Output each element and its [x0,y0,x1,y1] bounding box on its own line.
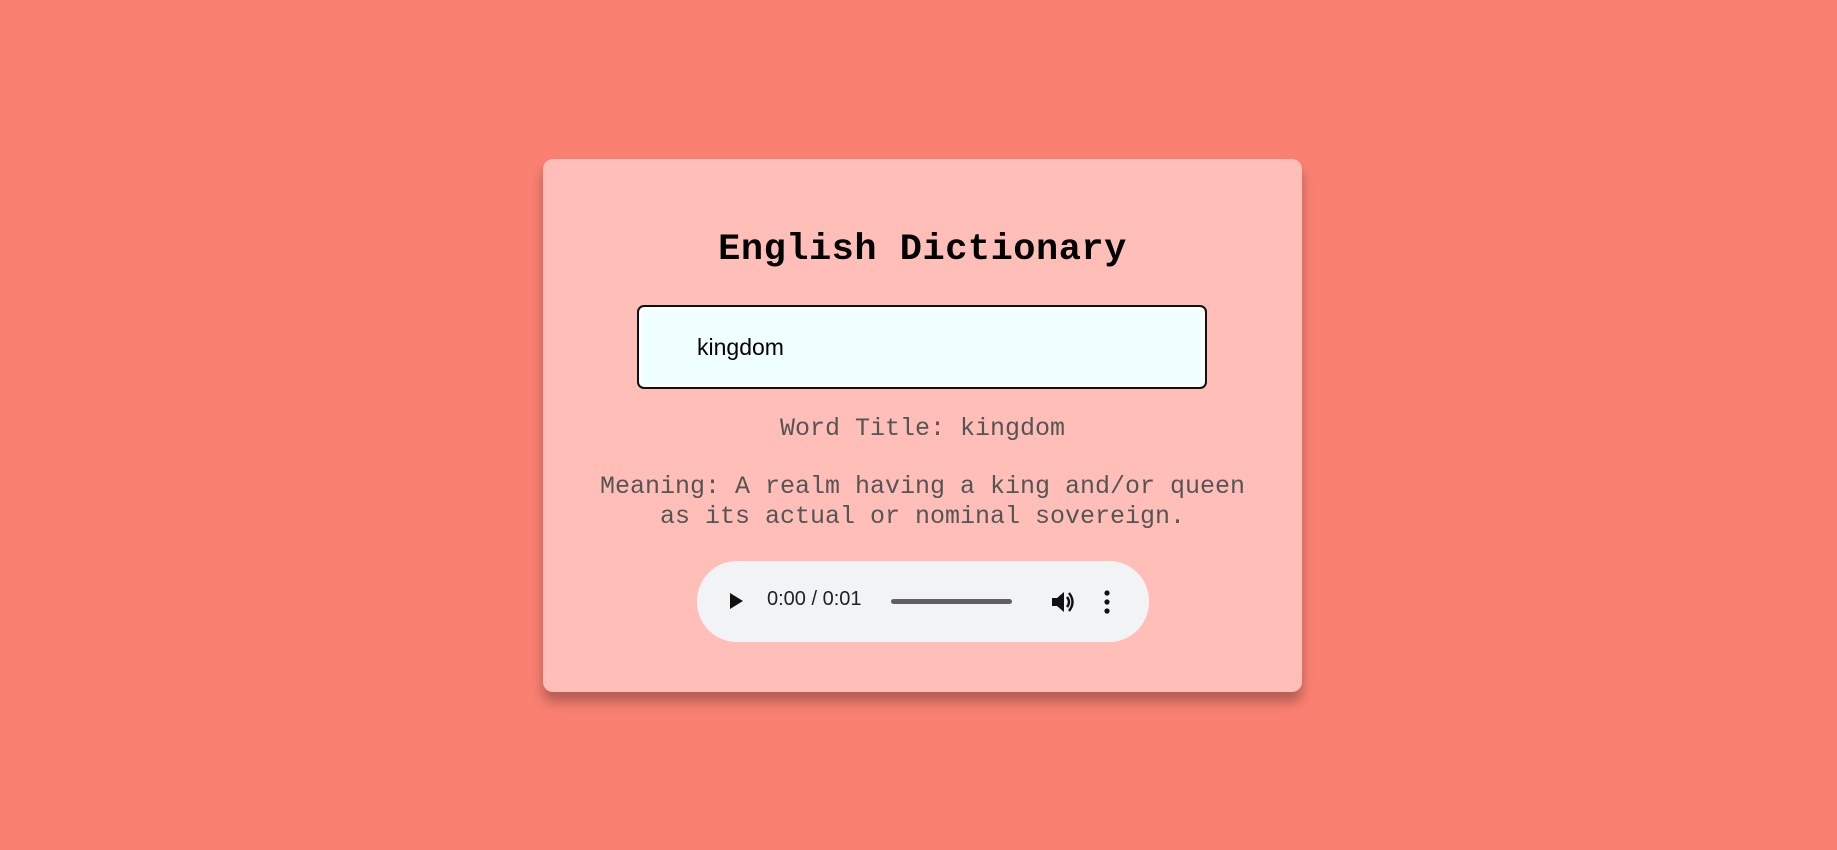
more-options-icon [1104,590,1110,614]
play-icon [730,593,743,609]
search-input[interactable] [637,305,1207,389]
dictionary-card: English Dictionary Word Title: kingdom M… [543,159,1302,692]
volume-icon [1052,592,1074,612]
time-display: 0:00 / 0:01 [767,588,862,610]
word-meaning: Meaning: A realm having a king and/or qu… [599,472,1246,531]
word-title: Word Title: kingdom [779,414,1066,443]
play-button[interactable] [721,587,749,615]
volume-button[interactable] [1048,587,1078,617]
progress-slider[interactable] [891,599,1012,604]
more-options-button[interactable] [1097,587,1117,617]
app-title: English Dictionary [718,229,1127,271]
audio-player[interactable]: 0:00 / 0:01 [697,561,1149,642]
